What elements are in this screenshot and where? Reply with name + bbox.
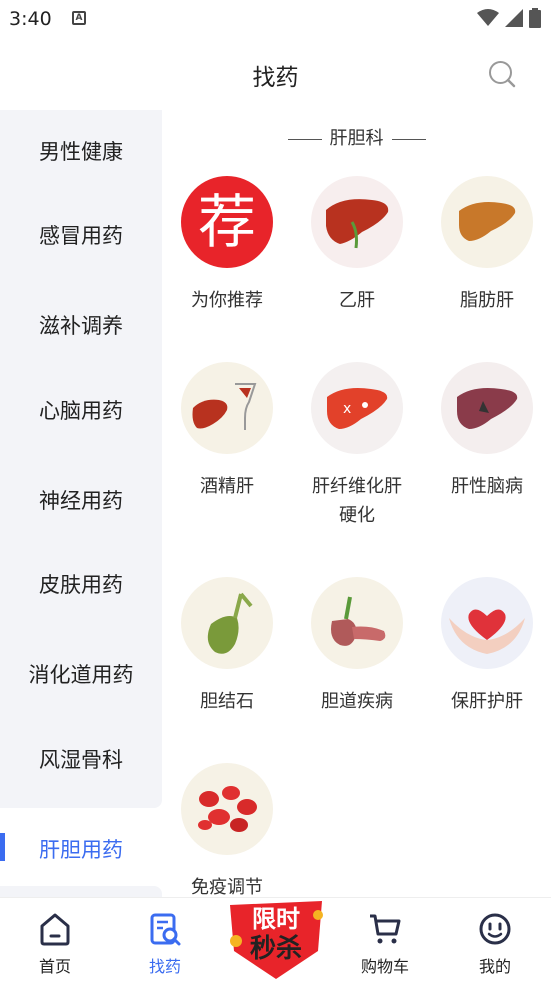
profile-icon: [479, 913, 511, 945]
sidebar-item-label: 肝胆用药: [39, 838, 123, 862]
nav-label: 找药: [148, 957, 181, 976]
category-label: 脂肪肝: [460, 290, 514, 311]
category-gallstone[interactable]: 胆结石: [162, 577, 292, 716]
sidebar-item-label: 皮肤用药: [39, 573, 123, 597]
nav-label: 首页: [38, 957, 71, 976]
gallbladder-icon: [181, 577, 273, 669]
signal-icon: [505, 9, 523, 27]
category-sidebar: 男性健康 感冒用药 滋补调养 心脑用药 神经用药 皮肤用药 消化道用药 风湿骨科…: [0, 110, 162, 897]
sidebar-item-label: 神经用药: [39, 489, 123, 513]
nav-home[interactable]: 首页: [0, 898, 110, 981]
divider-line: [287, 138, 322, 140]
nav-label: 我的: [478, 957, 511, 976]
nav-find-drug[interactable]: 找药: [110, 898, 220, 981]
category-content: 肝胆科 荐 为你推荐 乙肝 脂肪肝 酒精肝 x 肝纤维化肝 硬化 肝性脑病 胆结…: [162, 110, 551, 897]
sidebar-item-cold[interactable]: 感冒用药: [0, 194, 162, 280]
blood-cells-icon: [181, 763, 273, 855]
fatty-liver-icon: [441, 176, 533, 268]
find-drug-icon: [150, 913, 181, 946]
category-label: 肝纤维化肝 硬化: [312, 476, 402, 526]
sidebar-item-tonic[interactable]: 滋补调养: [0, 280, 162, 366]
flash-sale-line2: 秒杀: [250, 933, 302, 964]
category-liver-protect[interactable]: 保肝护肝: [422, 577, 551, 716]
sidebar-item-label: 风湿骨科: [39, 748, 123, 772]
flash-sale-line1: 限时: [252, 905, 300, 933]
wifi-icon: [477, 9, 499, 26]
section-header: 肝胆科: [162, 124, 551, 150]
sidebar-item-label: 男性健康: [39, 140, 123, 164]
sidebar-item-male-health[interactable]: 男性健康: [0, 110, 162, 194]
cart-icon: [370, 914, 401, 944]
sidebar-item-skin[interactable]: 皮肤用药: [0, 538, 162, 624]
search-icon[interactable]: [488, 60, 516, 88]
hepatic-encephalopathy-icon: [441, 362, 533, 454]
active-indicator: [0, 833, 5, 861]
divider-line: [391, 138, 426, 140]
battery-icon: [529, 8, 541, 28]
nav-label: 购物车: [360, 957, 409, 976]
status-icons: [477, 8, 541, 28]
biliary-icon: [311, 577, 403, 669]
recommend-icon: 荐: [181, 176, 273, 268]
category-label: 保肝护肝: [451, 691, 523, 712]
sidebar-item-label: 消化道用药: [28, 663, 134, 687]
category-fatty-liver[interactable]: 脂肪肝: [422, 176, 551, 315]
section-title: 肝胆科: [329, 128, 384, 149]
flash-sale-button[interactable]: 限时 秒杀: [226, 895, 326, 981]
nav-profile[interactable]: 我的: [440, 898, 550, 981]
category-recommend[interactable]: 荐 为你推荐: [162, 176, 292, 315]
sidebar-item-liver[interactable]: 肝胆用药: [0, 808, 162, 886]
category-label: 胆结石: [200, 691, 254, 712]
page-title: 找药: [252, 65, 299, 91]
category-biliary[interactable]: 胆道疾病: [292, 577, 422, 716]
category-hepatitis-b[interactable]: 乙肝: [292, 176, 422, 315]
category-label: 为你推荐: [191, 290, 263, 311]
sidebar-item-label: 心脑用药: [39, 399, 123, 423]
category-hepatic-encephalopathy[interactable]: 肝性脑病: [422, 362, 551, 501]
liver-icon: [311, 176, 403, 268]
alcohol-liver-icon: [181, 362, 273, 454]
sidebar-item-digestive[interactable]: 消化道用药: [0, 624, 162, 710]
sidebar-item-cardio[interactable]: 心脑用药: [0, 366, 162, 452]
sidebar-item-neuro[interactable]: 神经用药: [0, 452, 162, 538]
sidebar-item-rheumatism[interactable]: 风湿骨科: [0, 710, 162, 808]
sidebar-item-label: 滋补调养: [39, 314, 123, 338]
category-label: 胆道疾病: [321, 691, 393, 712]
fibrosis-liver-icon: x: [311, 362, 403, 454]
category-immune[interactable]: 免疫调节: [162, 763, 292, 897]
category-label: 肝性脑病: [451, 476, 523, 497]
category-alcohol-liver[interactable]: 酒精肝: [162, 362, 292, 501]
status-bar: 3:40 A: [0, 0, 551, 38]
category-fibrosis[interactable]: x 肝纤维化肝 硬化: [292, 362, 422, 530]
sidebar-item-label: 感冒用药: [39, 224, 123, 248]
category-label: 乙肝: [339, 290, 375, 311]
sidebar-item-next[interactable]: [0, 886, 162, 897]
app-header: 找药: [0, 38, 551, 110]
notification-icon: A: [72, 11, 86, 25]
svg-text:x: x: [343, 401, 351, 417]
status-time: 3:40: [9, 8, 52, 30]
category-label: 酒精肝: [200, 476, 254, 497]
category-label: 免疫调节: [191, 877, 263, 897]
heart-hands-icon: [441, 577, 533, 669]
recommend-badge-text: 荐: [197, 188, 256, 256]
nav-cart[interactable]: 购物车: [330, 898, 440, 981]
home-icon: [40, 913, 70, 946]
